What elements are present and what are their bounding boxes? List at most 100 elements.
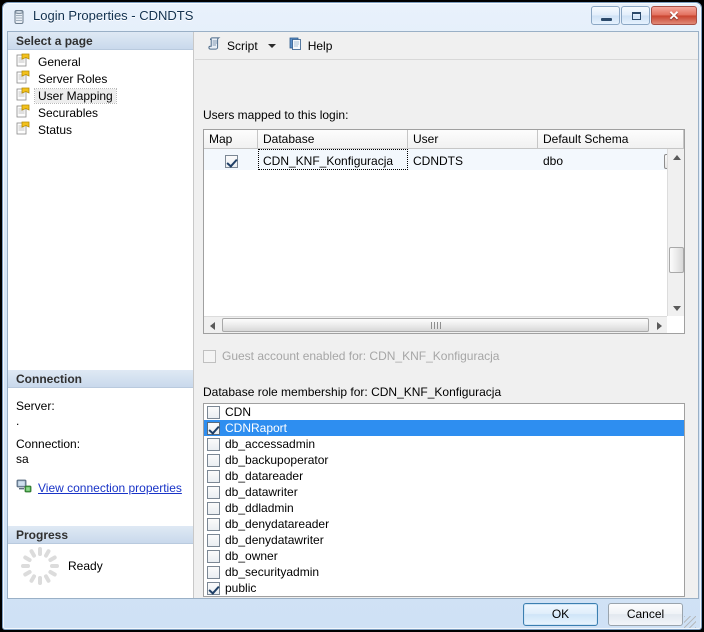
list-item[interactable]: db_denydatawriter [204, 532, 684, 548]
grid-horizontal-scrollbar[interactable] [204, 316, 667, 333]
list-item[interactable]: CDNRaport [204, 420, 684, 436]
page-list: General Server Roles User Mapping Secura… [8, 50, 193, 138]
connection-header: Connection [8, 370, 193, 388]
role-label: db_denydatawriter [225, 533, 324, 547]
minimize-icon [601, 18, 612, 21]
resize-grip[interactable] [684, 616, 696, 628]
table-row[interactable]: CDN_KNF_Konfiguracja CDNDTS dbo ... [204, 149, 684, 170]
map-checkbox[interactable] [224, 154, 238, 168]
list-item[interactable]: db_backupoperator [204, 452, 684, 468]
database-role-membership-list[interactable]: CDN CDNRaport db_accessadmin db_backupop… [203, 403, 685, 597]
scroll-down-button[interactable] [668, 299, 684, 316]
login-properties-window: Login Properties - CDNDTS ✕ Select a pag… [2, 2, 702, 630]
maximize-icon [632, 12, 641, 20]
chevron-down-icon[interactable] [267, 43, 276, 48]
chevron-left-icon [209, 321, 215, 330]
progress-status: Ready [68, 559, 103, 573]
scroll-left-button[interactable] [204, 317, 221, 333]
list-item[interactable]: db_accessadmin [204, 436, 684, 452]
grid-vertical-scrollbar[interactable] [667, 149, 684, 316]
list-item[interactable]: CDN [204, 404, 684, 420]
ok-button[interactable]: OK [523, 603, 598, 626]
column-header-user[interactable]: User [408, 130, 538, 149]
dialog-footer: OK Cancel [7, 600, 699, 630]
user-cell[interactable]: CDNDTS [408, 149, 538, 170]
scroll-right-button[interactable] [650, 317, 667, 333]
chevron-right-icon [656, 321, 662, 330]
sidebar-item-label: Securables [38, 105, 99, 120]
sidebar-item-server-roles[interactable]: Server Roles [14, 70, 193, 87]
connection-value: sa [16, 452, 29, 466]
role-membership-label: Database role membership for: CDN_KNF_Ko… [203, 385, 502, 399]
column-header-map[interactable]: Map [204, 130, 258, 149]
help-button[interactable]: Help [284, 35, 337, 57]
role-checkbox[interactable] [207, 581, 220, 595]
vertical-scroll-thumb[interactable] [669, 247, 684, 273]
list-item[interactable]: public [204, 580, 684, 596]
toolbar: Script Help [195, 32, 698, 60]
sidebar-item-user-mapping[interactable]: User Mapping [14, 87, 193, 104]
role-label: db_securityadmin [225, 565, 320, 579]
window-controls: ✕ [591, 6, 697, 25]
map-checkbox-cell[interactable] [204, 149, 258, 170]
title-bar[interactable]: Login Properties - CDNDTS ✕ [3, 3, 701, 31]
users-mapped-label: Users mapped to this login: [203, 108, 349, 122]
role-checkbox[interactable] [207, 421, 220, 435]
maximize-button[interactable] [621, 6, 650, 25]
left-panel: Select a page General Server Roles User … [8, 32, 194, 598]
database-cell[interactable]: CDN_KNF_Konfiguracja [258, 149, 408, 170]
progress-header: Progress [8, 526, 193, 544]
role-checkbox[interactable] [207, 501, 220, 515]
role-checkbox[interactable] [207, 469, 220, 483]
role-label: CDN [225, 405, 251, 419]
role-checkbox[interactable] [207, 533, 220, 547]
sidebar-item-label: General [38, 54, 81, 69]
user-mapping-page: Users mapped to this login: Map Database… [195, 61, 698, 598]
role-label: db_datawriter [225, 485, 298, 499]
chevron-down-icon [672, 305, 681, 311]
role-checkbox[interactable] [207, 437, 220, 451]
minimize-button[interactable] [591, 6, 620, 25]
guest-account-label: Guest account enabled for: CDN_KNF_Konfi… [222, 349, 500, 363]
view-connection-properties-text[interactable]: View connection properties [38, 481, 182, 495]
role-label: public [225, 581, 257, 595]
role-label: db_owner [225, 549, 278, 563]
cancel-button[interactable]: Cancel [608, 603, 683, 626]
list-item[interactable]: db_datawriter [204, 484, 684, 500]
role-checkbox[interactable] [207, 485, 220, 499]
list-item[interactable]: db_ddladmin [204, 500, 684, 516]
role-checkbox[interactable] [207, 453, 220, 467]
column-header-database[interactable]: Database [258, 130, 408, 149]
select-page-header: Select a page [8, 32, 193, 50]
list-item[interactable]: db_securityadmin [204, 564, 684, 580]
list-item[interactable]: db_owner [204, 548, 684, 564]
connection-label: Connection: [16, 437, 81, 451]
list-item[interactable]: db_datareader [204, 468, 684, 484]
close-icon: ✕ [668, 8, 680, 23]
script-label: Script [227, 38, 258, 53]
default-schema-cell[interactable]: dbo ... [538, 149, 684, 170]
list-item[interactable]: db_denydatareader [204, 516, 684, 532]
role-checkbox[interactable] [207, 405, 220, 419]
script-button[interactable]: Script [203, 35, 262, 57]
sidebar-item-securables[interactable]: Securables [14, 104, 193, 121]
grid-header-row: Map Database User Default Schema [204, 130, 684, 149]
role-checkbox[interactable] [207, 565, 220, 579]
column-header-default-schema[interactable]: Default Schema [538, 130, 684, 149]
sidebar-item-general[interactable]: General [14, 53, 193, 70]
scroll-up-button[interactable] [668, 149, 684, 166]
page-icon [16, 121, 30, 138]
close-button[interactable]: ✕ [651, 6, 697, 25]
role-checkbox[interactable] [207, 517, 220, 531]
sidebar-item-status[interactable]: Status [14, 121, 193, 138]
horizontal-scroll-thumb[interactable] [222, 318, 649, 332]
help-document-icon [288, 36, 304, 55]
role-checkbox[interactable] [207, 549, 220, 563]
role-label: db_denydatareader [225, 517, 330, 531]
role-label: db_accessadmin [225, 437, 316, 451]
view-connection-properties-link[interactable]: View connection properties [16, 478, 185, 497]
users-mapped-grid[interactable]: Map Database User Default Schema CDN_KNF… [203, 129, 685, 334]
script-scroll-icon [207, 36, 223, 55]
role-label: CDNRaport [225, 421, 288, 435]
spinner-icon [20, 546, 60, 586]
